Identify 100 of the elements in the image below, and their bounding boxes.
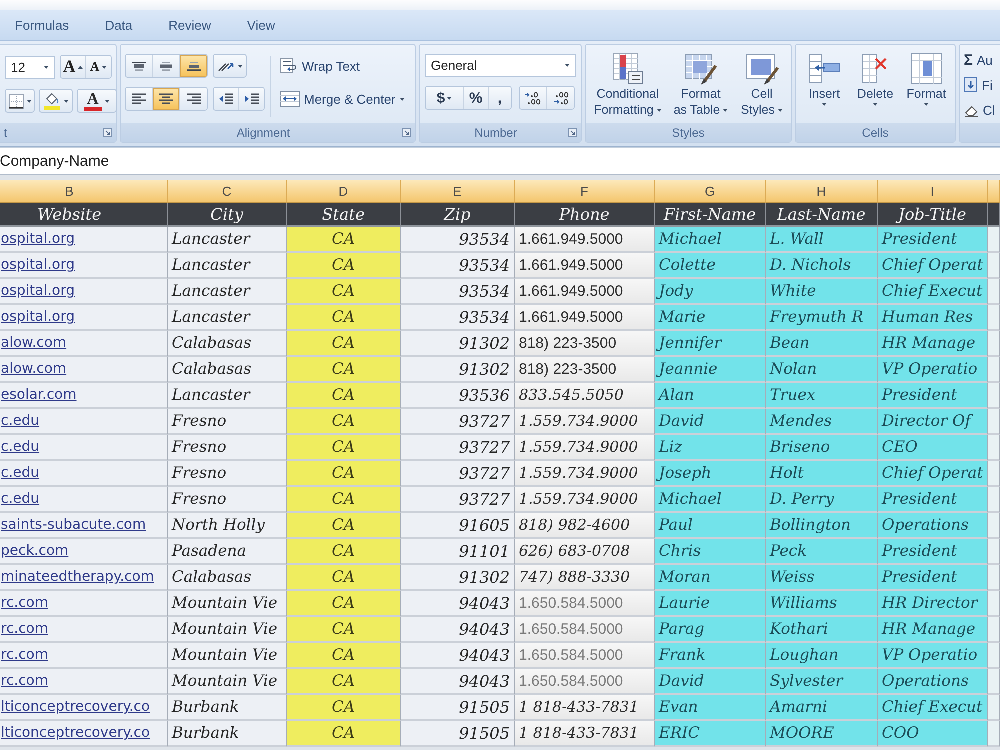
table-cell: 93727 [401,435,515,461]
column-header[interactable]: B [0,180,168,203]
table-cell: L. Wall [766,227,878,253]
vertical-align-button[interactable] [180,55,207,77]
styles-button[interactable]: Conditional Formatting [588,48,668,122]
table-cell: 1.559.734.9000 [515,487,655,513]
table-cell: Fresno [168,435,287,461]
table-cell [988,617,1000,643]
cells-button[interactable]: Format [902,48,951,122]
horizontal-align-button[interactable] [126,88,153,110]
horizontal-align-button[interactable] [153,88,180,110]
column-header[interactable]: C [168,180,287,203]
table-cell: Lancaster [168,383,287,409]
column-header[interactable]: I [878,180,988,203]
table-cell: Jody [655,279,766,305]
cells-button[interactable]: Insert [800,48,849,122]
table-cell: 91302 [401,331,515,357]
column-header[interactable]: G [655,180,766,203]
dialog-launcher-icon [103,128,112,137]
table-cell: CA [287,721,401,747]
wrap-text-button[interactable]: Wrap Text [276,54,409,78]
currency-button[interactable]: $ [426,87,464,109]
table-brush-icon [684,52,718,86]
table-cell: 626) 683-0708 [515,539,655,565]
link-cell: ospital.org [0,305,168,331]
table-cell: President [878,383,988,409]
column-header[interactable]: F [515,180,655,203]
table-cell: President [878,539,988,565]
highlighted-grid-icon [611,52,645,86]
dialog-launcher-icon [568,128,577,137]
table-cell: Peck [766,539,878,565]
table-cell [988,279,1000,305]
merge-center-button[interactable]: Merge & Center [276,87,409,111]
editing-button[interactable]: Cl [964,99,996,121]
cells-button[interactable]: Delete [851,48,900,122]
table-cell: HR Manage [878,617,988,643]
header-cell [988,203,1000,227]
styles-button[interactable]: Cell Styles [734,48,790,122]
indent-icon [244,93,260,105]
header-cell: First-Name [655,203,766,227]
ribbon-tab[interactable]: Formulas [14,14,70,36]
table-cell [988,461,1000,487]
table-cell: Human Res [878,305,988,331]
table-cell: Mendes [766,409,878,435]
align-bottom-icon [186,62,202,70]
editing-button[interactable]: Σ Au [964,49,996,71]
borders-button[interactable] [5,89,35,113]
table-cell: Truex [766,383,878,409]
fill-color-button[interactable] [39,89,73,113]
ribbon-tab[interactable]: Data [104,14,134,36]
decrease-indent-button[interactable] [214,88,239,110]
table-cell: CA [287,461,401,487]
caret-icon [44,66,49,68]
table-cell [988,435,1000,461]
font-color-button[interactable]: A [77,89,117,113]
caret-icon [873,102,878,106]
table-cell: Sylvester [766,669,878,695]
ribbon-tab[interactable]: Review [168,14,212,36]
column-header[interactable]: D [287,180,401,203]
table-cell: Mountain Vie [168,591,287,617]
table-cell: 833.545.5050 [515,383,655,409]
table-cell: 93534 [401,227,515,253]
vertical-align-button[interactable] [126,55,153,77]
table-cell: D. Nichols [766,253,878,279]
column-header[interactable]: E [401,180,515,203]
styles-button[interactable]: Format as Table [669,48,733,122]
editing-button[interactable]: Fi [964,74,996,96]
table-cell: Calabasas [168,357,287,383]
ribbon-tab[interactable]: View [246,14,276,36]
table-cell: CA [287,435,401,461]
table-cell: Alan [655,383,766,409]
table-cell: Director Of [878,409,988,435]
table-cell [988,357,1000,383]
table-cell: Briseno [766,435,878,461]
table-cell: 94043 [401,669,515,695]
grow-font-button[interactable]: A [61,56,86,78]
table-cell: Calabasas [168,565,287,591]
table-cell: VP Operatio [878,357,988,383]
table-cell: Burbank [168,721,287,747]
table-cell: Burbank [168,695,287,721]
column-header[interactable]: H [766,180,878,203]
number-format-field[interactable]: General [425,54,576,77]
font-size-field[interactable]: 12 [5,56,55,78]
table-cell [988,669,1000,695]
link-cell: lticonceptrecovery.co [0,695,168,721]
increase-decimal-button[interactable] [520,87,547,109]
orientation-button[interactable] [213,54,247,78]
table-cell: Lancaster [168,253,287,279]
table-cell: President [878,227,988,253]
align-top-icon [131,62,147,70]
caret-icon [104,100,110,102]
table-cell: Williams [766,591,878,617]
table-cell: Liz [655,435,766,461]
fill-down-icon [964,77,978,93]
table-cell: CA [287,253,401,279]
caret-icon [26,100,32,102]
table-cell [988,695,1000,721]
formula-field[interactable]: Company-Name [0,147,1000,175]
caret-icon [656,108,662,112]
table-cell: White [766,279,878,305]
